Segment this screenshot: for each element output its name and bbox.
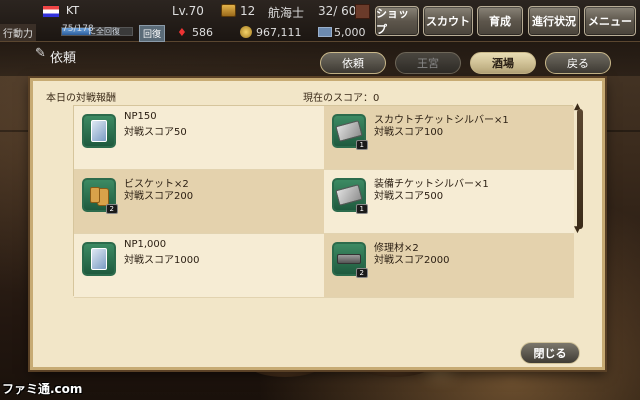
full-recover-text: に全回復 [88,27,120,36]
coin-count: 967,111 [256,26,302,39]
np-glyph [91,248,107,270]
reward-panel: 本日の対戦報酬 現在のスコア：0 NP150 対戦スコア50 1 スカウトチケッ… [30,78,605,370]
list-item: NP150 対戦スコア50 [74,106,324,170]
exit-icon[interactable] [355,4,370,19]
np-card-icon [82,114,116,148]
cash-icon [318,27,332,37]
quantity-badge: 2 [105,204,118,214]
item-score: 対戦スコア200 [124,191,194,202]
scroll-down-icon[interactable]: ▼ [574,225,581,235]
ticket-glyph [335,184,363,206]
current-score: 現在のスコア：0 [303,93,380,104]
quantity-badge: 1 [355,204,368,214]
scout-ticket-icon: 1 [332,114,368,150]
biscuit-glyph [90,187,100,203]
tab-request[interactable]: 依頼 [320,52,386,74]
item-name: NP1,000 [124,239,167,250]
np-glyph [91,120,107,142]
list-item: 2 ビスケット×2 対戦スコア200 [74,170,324,234]
scout-button[interactable]: スカウト [423,6,473,36]
quill-icon: ✎ [35,46,46,61]
biscuit-icon: 2 [82,178,118,214]
cash-count: 5,000 [334,26,366,39]
list-item: 1 スカウトチケットシルバー×1 対戦スコア100 [324,106,574,170]
item-score: 対戦スコア500 [374,191,444,202]
quantity-badge: 2 [355,268,368,278]
crew-count: 32/ 60 [318,4,357,18]
item-score: 対戦スコア100 [374,127,444,138]
scrollbar-thumb[interactable] [577,109,583,229]
tab-tavern[interactable]: 酒場 [470,52,536,74]
close-button[interactable]: 閉じる [520,342,580,364]
panel-heading: 本日の対戦報酬 [46,93,116,104]
quantity-badge: 1 [355,140,368,150]
chest-count: 12 [240,4,256,18]
item-name: NP150 [124,111,157,122]
item-score: 対戦スコア50 [124,127,187,138]
ruby-count: 586 [192,26,213,39]
recover-button[interactable]: 回復 [139,25,166,42]
status-bar: KT Lv.70 12 航海士 32/ 60 行動力 75/178 に全回復 回… [0,0,640,42]
list-item: 1 装備チケットシルバー×1 対戦スコア500 [324,170,574,234]
list-item: 2 修理材×2 対戦スコア2000 [324,234,574,298]
equip-ticket-icon: 1 [332,178,368,214]
np-card-icon [82,242,116,276]
train-button[interactable]: 育成 [477,6,523,36]
player-name: KT [66,4,80,17]
treasure-chest-icon [221,4,236,17]
item-score: 対戦スコア1000 [124,255,200,266]
shop-button[interactable]: ショップ [375,6,419,36]
scrollbar-track[interactable] [577,109,583,229]
stamina-label: 行動力 [0,24,36,41]
section-title: 依頼 [50,51,77,66]
list-item: NP1,000 対戦スコア1000 [74,234,324,298]
reward-list: NP150 対戦スコア50 1 スカウトチケットシルバー×1 対戦スコア100 … [73,105,574,298]
player-level: Lv.70 [172,4,204,18]
menu-button[interactable]: メニュー [584,6,636,36]
repair-material-icon: 2 [332,242,368,278]
ruby-icon: ♦ [177,26,187,39]
back-button[interactable]: 戻る [545,52,611,74]
player-role: 航海士 [268,6,305,20]
coin-icon [240,26,252,38]
item-score: 対戦スコア2000 [374,255,450,266]
watermark-logo: ファミ通.com [2,382,83,396]
tab-royal[interactable]: 王宮 [395,52,461,74]
progress-button[interactable]: 進行状況 [528,6,580,36]
flag-icon [42,5,60,18]
repair-glyph [337,254,361,264]
ticket-glyph [335,120,363,142]
